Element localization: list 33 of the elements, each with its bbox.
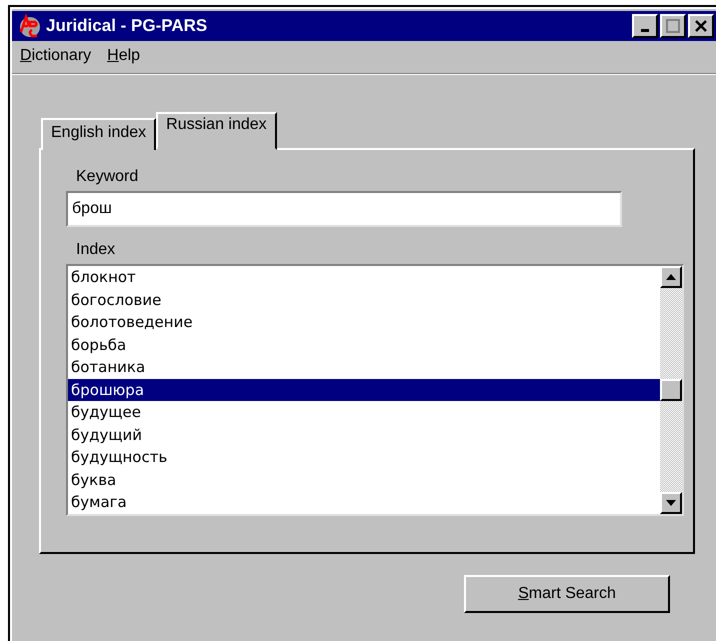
keyword-field[interactable]: брош [66, 191, 622, 227]
scroll-up-button[interactable] [660, 266, 682, 288]
list-item[interactable]: болотоведение [68, 311, 660, 334]
tab[interactable]: Russian index [156, 112, 277, 150]
list-item[interactable]: бумага [68, 491, 660, 514]
minimize-button[interactable] [632, 14, 658, 38]
menu-item[interactable]: Dictionary [14, 47, 98, 65]
list-item[interactable]: брошюра [68, 378, 660, 401]
window-title: Juridical - PG-PARS [46, 16, 208, 36]
menu-item[interactable]: Help [101, 47, 146, 65]
scroll-thumb[interactable] [660, 379, 682, 401]
list-item[interactable]: борьба [68, 334, 660, 356]
up-arrow-icon [666, 274, 676, 280]
maximize-icon [666, 19, 680, 33]
index-label: Index [76, 241, 116, 259]
list-item[interactable]: богословие [68, 288, 660, 311]
tab[interactable]: English index [41, 118, 156, 150]
minimize-icon [641, 28, 649, 32]
list-item[interactable]: будущность [68, 446, 660, 468]
close-icon [694, 19, 708, 33]
maximize-button[interactable] [660, 14, 686, 38]
keyword-label: Keyword [76, 168, 140, 186]
list-item[interactable]: блокнот [68, 266, 660, 288]
scroll-down-button[interactable] [660, 492, 682, 514]
list-item[interactable]: буква [68, 468, 660, 491]
smart-search-button[interactable]: Smart Search [464, 575, 670, 613]
list-item[interactable]: будущий [68, 424, 660, 446]
list-item[interactable]: ботаника [68, 356, 660, 378]
list-item[interactable]: будущее [68, 401, 660, 424]
close-button[interactable] [688, 14, 714, 38]
scrollbar[interactable] [660, 266, 682, 514]
app-icon [18, 14, 42, 38]
down-arrow-icon [666, 500, 676, 506]
